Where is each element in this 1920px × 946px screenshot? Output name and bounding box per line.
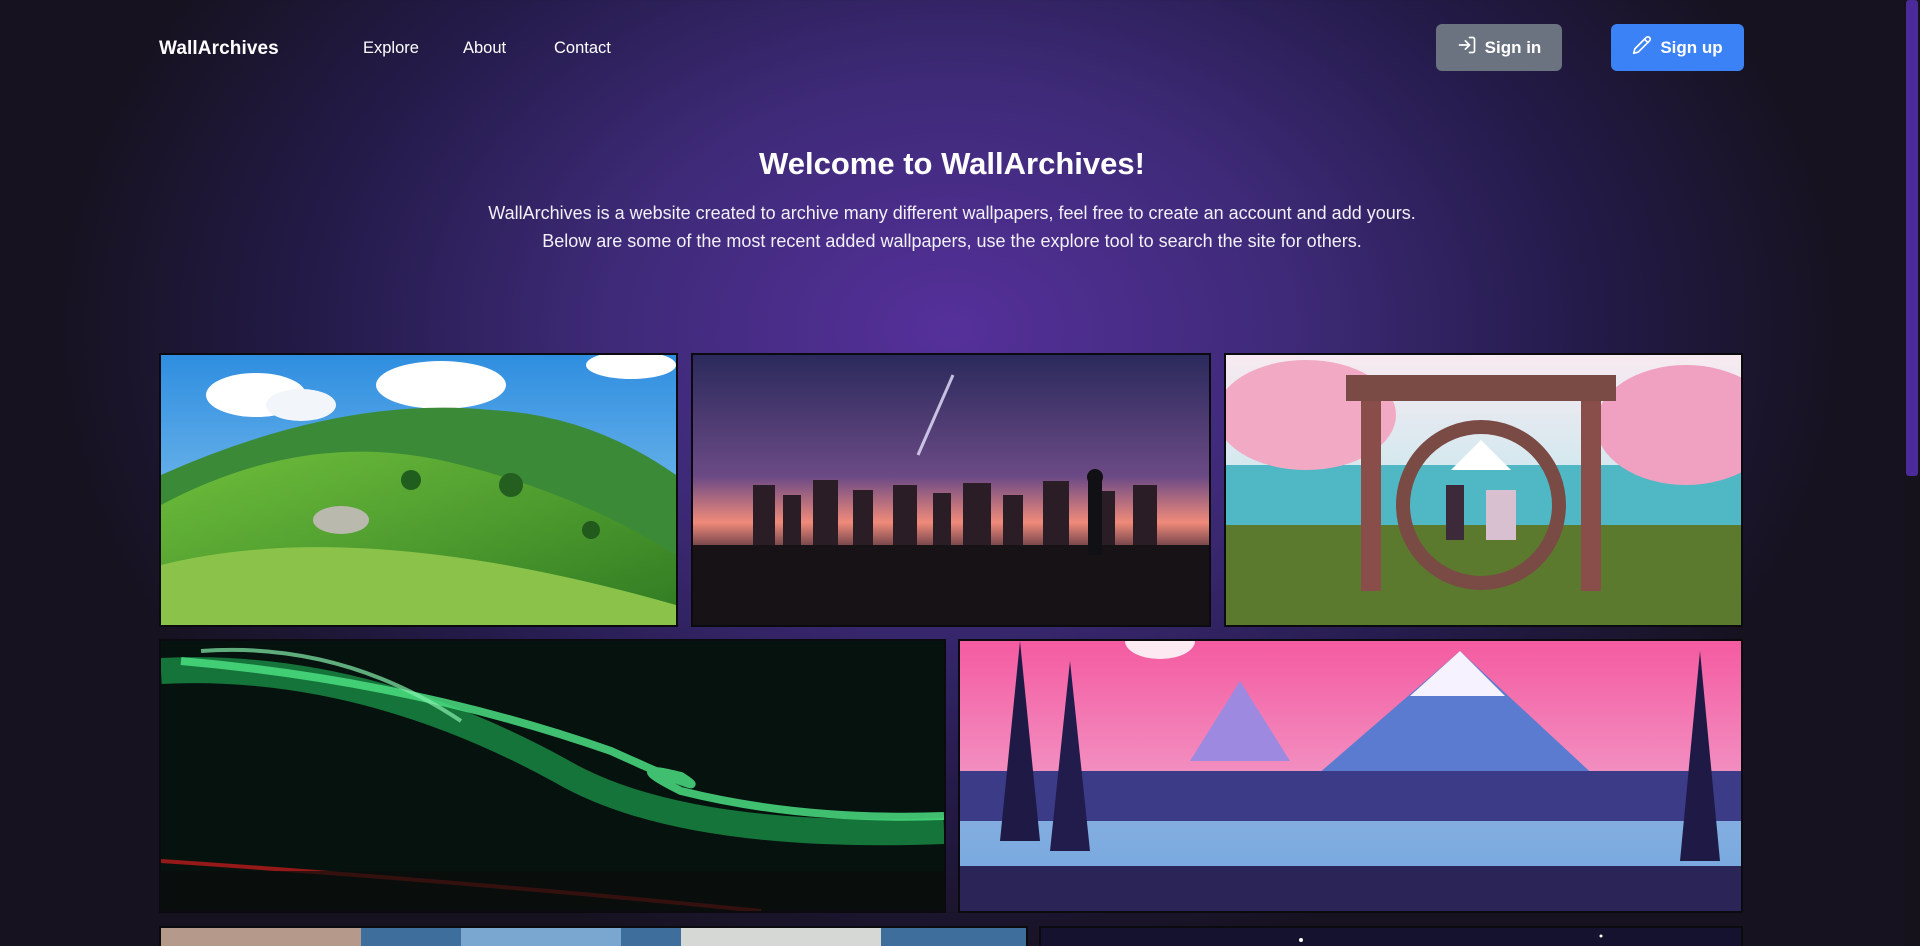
wallpaper-tile[interactable]	[159, 926, 1028, 946]
sign-up-button[interactable]: Sign up	[1611, 24, 1744, 71]
nav-explore[interactable]: Explore	[363, 39, 419, 58]
navbar: WallArchives Explore About Contact Sign …	[0, 0, 1904, 100]
wallpaper-tile[interactable]	[159, 353, 678, 627]
wallpaper-tile[interactable]	[958, 639, 1743, 913]
nav-contact[interactable]: Contact	[554, 39, 611, 58]
wallpaper-image	[161, 641, 944, 911]
wallpaper-image	[161, 928, 1026, 946]
hero-description-line-1: WallArchives is a website created to arc…	[488, 203, 1416, 223]
hero-title: Welcome to WallArchives!	[759, 146, 1145, 181]
wallpaper-image	[1226, 355, 1741, 625]
scrollbar-thumb[interactable]	[1906, 0, 1918, 476]
wallpaper-image	[161, 355, 676, 625]
wallpaper-image	[960, 641, 1741, 911]
hero-description-line-2: Below are some of the most recent added …	[542, 231, 1362, 251]
wallpaper-tile[interactable]	[159, 639, 946, 913]
sign-in-button[interactable]: Sign in	[1436, 24, 1562, 71]
wallpaper-tile[interactable]	[691, 353, 1211, 627]
sign-up-label: Sign up	[1660, 37, 1723, 57]
nav-about[interactable]: About	[463, 39, 506, 58]
wallpaper-image	[1041, 928, 1741, 946]
wallpaper-image	[693, 355, 1209, 625]
pencil-icon	[1632, 35, 1652, 60]
sign-in-label: Sign in	[1484, 37, 1542, 57]
brand-logo[interactable]: WallArchives	[159, 38, 279, 60]
wallpaper-tile[interactable]	[1224, 353, 1743, 627]
wallpaper-tile[interactable]	[1039, 926, 1743, 946]
sign-in-icon	[1457, 35, 1477, 60]
page-scrollbar[interactable]	[1904, 0, 1920, 946]
